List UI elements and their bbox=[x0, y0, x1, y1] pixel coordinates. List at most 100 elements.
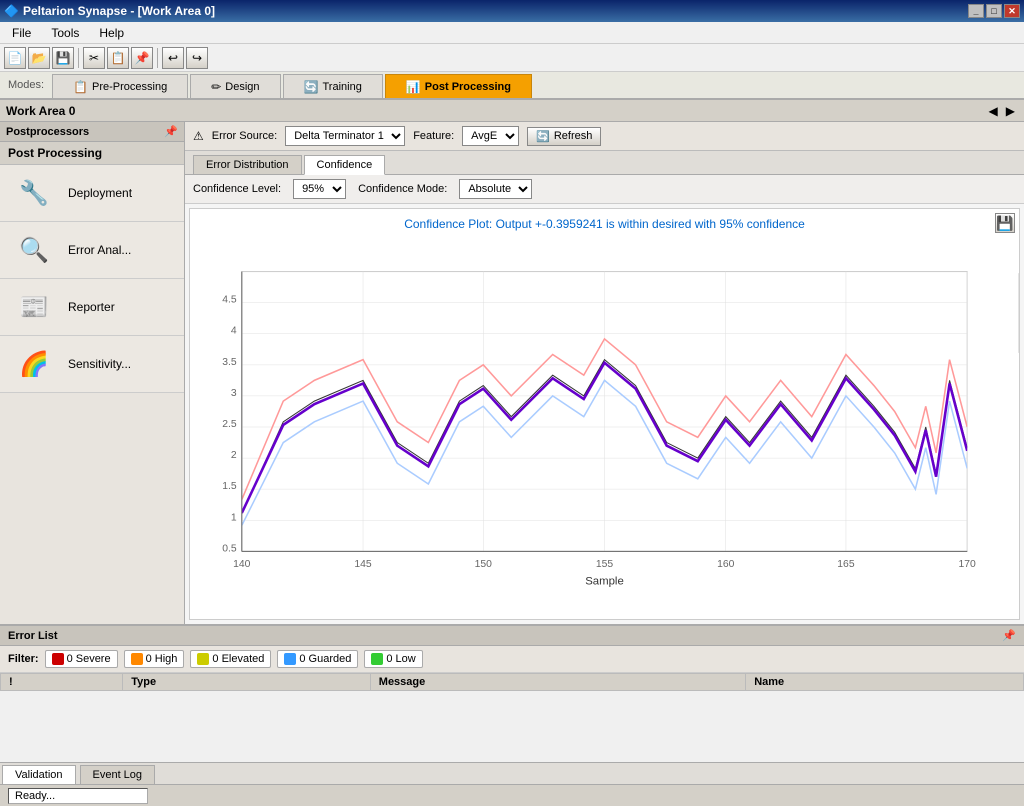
sidebar-item-reporter[interactable]: 📰 Reporter bbox=[0, 279, 184, 336]
error-source-select[interactable]: Delta Terminator 1 bbox=[285, 126, 405, 146]
tab-training[interactable]: 🔄 Training bbox=[283, 74, 383, 98]
tab-postprocessing[interactable]: 📊 Post Processing bbox=[385, 74, 532, 98]
tab-design[interactable]: ✏ Design bbox=[190, 74, 280, 98]
app-icon: 🔷 bbox=[4, 4, 19, 18]
chart-svg-container: 0.5 1 1.5 2 2.5 3 3.5 4 4.5 140 145 150 … bbox=[190, 235, 1019, 619]
tab-error-distribution[interactable]: Error Distribution bbox=[193, 155, 302, 174]
feature-select[interactable]: AvgE bbox=[462, 126, 519, 146]
sidebar: Postprocessors 📌 Post Processing 🔧 Deplo… bbox=[0, 122, 185, 624]
filter-bar: Filter: 0 Severe 0 High 0 Elevated 0 Gua… bbox=[0, 646, 1024, 673]
svg-text:4: 4 bbox=[231, 326, 237, 337]
sidebar-item-sensitivity[interactable]: 🌈 Sensitivity... bbox=[0, 336, 184, 393]
close-button[interactable]: ✕ bbox=[1004, 4, 1020, 18]
save-button[interactable]: 💾 bbox=[52, 47, 74, 69]
main-panel: ⚠ Error Source: Delta Terminator 1 Featu… bbox=[185, 122, 1024, 624]
svg-text:165: 165 bbox=[837, 559, 855, 570]
cut-button[interactable]: ✂ bbox=[83, 47, 105, 69]
filter-high[interactable]: 0 High bbox=[124, 650, 185, 668]
svg-text:155: 155 bbox=[596, 559, 614, 570]
severe-dot bbox=[52, 653, 64, 665]
filter-severe[interactable]: 0 Severe bbox=[45, 650, 118, 668]
filter-label: Filter: bbox=[8, 653, 39, 665]
error-source-icon: ⚠ bbox=[193, 129, 204, 143]
tab-confidence[interactable]: Confidence bbox=[304, 155, 386, 175]
toolbar-sep-2 bbox=[157, 48, 158, 68]
confidence-mode-select[interactable]: Absolute bbox=[459, 179, 532, 199]
error-list-pin[interactable]: 📌 bbox=[1002, 629, 1016, 642]
app-title: Peltarion Synapse - [Work Area 0] bbox=[23, 4, 215, 18]
error-list-title: Error List bbox=[8, 630, 58, 642]
nav-right[interactable]: ▶ bbox=[1003, 104, 1018, 118]
svg-text:4.5: 4.5 bbox=[222, 295, 237, 306]
svg-text:2: 2 bbox=[231, 450, 237, 461]
svg-text:170: 170 bbox=[959, 559, 977, 570]
svg-text:2.5: 2.5 bbox=[222, 419, 237, 430]
svg-text:140: 140 bbox=[233, 559, 251, 570]
toolbar: 📄 📂 💾 ✂ 📋 📌 ↩ ↪ bbox=[0, 44, 1024, 72]
menu-tools[interactable]: Tools bbox=[43, 24, 87, 42]
svg-text:3.5: 3.5 bbox=[222, 357, 237, 368]
undo-button[interactable]: ↩ bbox=[162, 47, 184, 69]
status-bar: Ready... bbox=[0, 784, 1024, 806]
col-type: Type bbox=[123, 674, 371, 691]
chart-svg: 0.5 1 1.5 2 2.5 3 3.5 4 4.5 140 145 150 … bbox=[190, 235, 1019, 619]
sensitivity-icon: 🌈 bbox=[10, 344, 58, 384]
refresh-button[interactable]: 🔄 Refresh bbox=[527, 127, 601, 146]
title-bar-buttons: _ □ ✕ bbox=[968, 4, 1020, 18]
paste-button[interactable]: 📌 bbox=[131, 47, 153, 69]
minimize-button[interactable]: _ bbox=[968, 4, 984, 18]
sidebar-item-error-analysis[interactable]: 🔍 Error Anal... bbox=[0, 222, 184, 279]
sidebar-section-title: Post Processing bbox=[0, 142, 184, 165]
work-area-header: Work Area 0 ◀ ▶ bbox=[0, 100, 1024, 122]
save-chart-button[interactable]: 💾 bbox=[995, 213, 1015, 233]
sub-tabs: Error Distribution Confidence bbox=[185, 151, 1024, 175]
svg-text:145: 145 bbox=[354, 559, 372, 570]
refresh-icon: 🔄 bbox=[536, 130, 550, 143]
deployment-icon: 🔧 bbox=[10, 173, 58, 213]
feature-label: Feature: bbox=[413, 130, 454, 142]
deployment-label: Deployment bbox=[68, 186, 132, 200]
tab-validation[interactable]: Validation bbox=[2, 765, 76, 784]
open-button[interactable]: 📂 bbox=[28, 47, 50, 69]
col-severity: ! bbox=[1, 674, 123, 691]
new-button[interactable]: 📄 bbox=[4, 47, 26, 69]
training-icon: 🔄 bbox=[304, 80, 319, 94]
svg-text:1.5: 1.5 bbox=[222, 481, 237, 492]
guarded-dot bbox=[284, 653, 296, 665]
controls-bar: ⚠ Error Source: Delta Terminator 1 Featu… bbox=[185, 122, 1024, 151]
preprocessing-icon: 📋 bbox=[73, 80, 88, 94]
sidebar-item-deployment[interactable]: 🔧 Deployment bbox=[0, 165, 184, 222]
menu-file[interactable]: File bbox=[4, 24, 39, 42]
menu-help[interactable]: Help bbox=[91, 24, 132, 42]
confidence-mode-label: Confidence Mode: bbox=[358, 183, 447, 195]
sensitivity-label: Sensitivity... bbox=[68, 357, 131, 371]
filter-low[interactable]: 0 Low bbox=[364, 650, 422, 668]
redo-button[interactable]: ↪ bbox=[186, 47, 208, 69]
low-dot bbox=[371, 653, 383, 665]
filter-guarded[interactable]: 0 Guarded bbox=[277, 650, 358, 668]
filter-elevated[interactable]: 0 Elevated bbox=[190, 650, 271, 668]
copy-button[interactable]: 📋 bbox=[107, 47, 129, 69]
bottom-panel: Error List 📌 Filter: 0 Severe 0 High 0 E… bbox=[0, 624, 1024, 784]
sidebar-title-text: Postprocessors bbox=[6, 126, 89, 138]
svg-text:160: 160 bbox=[717, 559, 735, 570]
main-layout: Work Area 0 ◀ ▶ Postprocessors 📌 Post Pr… bbox=[0, 100, 1024, 784]
nav-left[interactable]: ◀ bbox=[986, 104, 1001, 118]
tab-event-log[interactable]: Event Log bbox=[80, 765, 156, 784]
title-bar-left: 🔷 Peltarion Synapse - [Work Area 0] bbox=[4, 4, 215, 18]
sidebar-pin-icon[interactable]: 📌 bbox=[164, 125, 178, 138]
content-area: Postprocessors 📌 Post Processing 🔧 Deplo… bbox=[0, 122, 1024, 624]
confidence-level-label: Confidence Level: bbox=[193, 183, 281, 195]
design-icon: ✏ bbox=[211, 80, 221, 94]
title-bar: 🔷 Peltarion Synapse - [Work Area 0] _ □ … bbox=[0, 0, 1024, 22]
reporter-icon: 📰 bbox=[10, 287, 58, 327]
confidence-level-select[interactable]: 95% bbox=[293, 179, 346, 199]
tab-preprocessing[interactable]: 📋 Pre-Processing bbox=[52, 74, 188, 98]
mode-bar: Modes: 📋 Pre-Processing ✏ Design 🔄 Train… bbox=[0, 72, 1024, 100]
col-name: Name bbox=[746, 674, 1024, 691]
work-area-title: Work Area 0 bbox=[6, 104, 75, 118]
error-list-header: Error List 📌 bbox=[0, 626, 1024, 646]
modes-label: Modes: bbox=[0, 72, 52, 98]
high-dot bbox=[131, 653, 143, 665]
maximize-button[interactable]: □ bbox=[986, 4, 1002, 18]
